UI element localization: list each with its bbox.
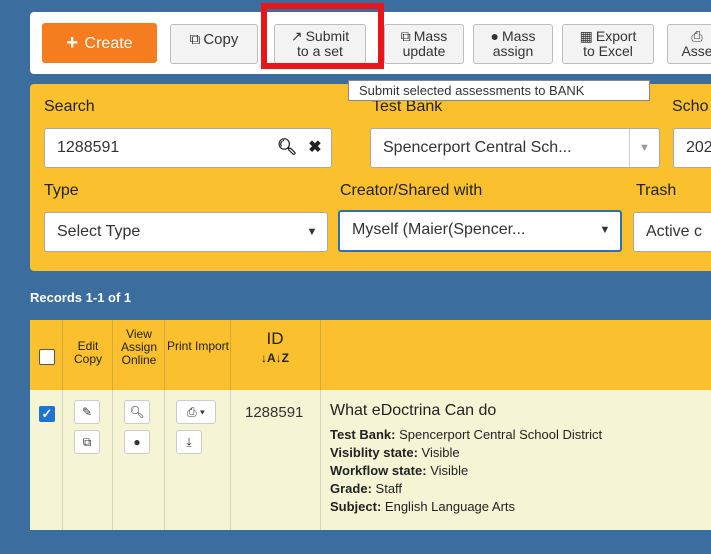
filter-panel: Search Test Bank Scho 1288591 🔍︎ ✖ Spenc… — [30, 84, 711, 271]
school-select[interactable]: 202 — [673, 128, 711, 168]
sort-icon[interactable]: ↓A↓Z — [261, 351, 289, 365]
chevron-down-icon: ▼ — [599, 224, 611, 236]
testbank-select[interactable]: Spencerport Central Sch... ▼ — [370, 128, 660, 168]
highlight-box — [261, 3, 384, 69]
table-icon: ▦ — [579, 28, 593, 44]
detail-workflow: Workflow state: Visible — [330, 463, 469, 478]
school-value: 202 — [686, 139, 711, 156]
export-excel-button[interactable]: ▦ Export to Excel — [562, 24, 654, 64]
assessment-button[interactable]: ⎙ Asse — [667, 24, 711, 64]
creator-label: Creator/Shared with — [340, 182, 483, 199]
assess-label: Asse — [681, 43, 711, 59]
search-label: Search — [44, 98, 95, 115]
print-icon: ⎙ — [691, 28, 703, 44]
type-select[interactable]: Select Type ▼ — [44, 212, 328, 252]
detail-grade: Grade: Staff — [330, 481, 403, 496]
mass-assign-label-line1: Mass — [502, 28, 536, 44]
search-icon[interactable]: 🔍︎ — [273, 129, 301, 167]
records-count: Records 1-1 of 1 — [30, 290, 132, 305]
col-print-import: Print Import — [166, 339, 229, 353]
export-label-line1: Export — [595, 28, 637, 44]
mass-assign-label-line2: assign — [492, 43, 534, 59]
mass-update-label-line1: Mass — [413, 28, 448, 44]
detail-subject: Subject: English Language Arts — [330, 499, 516, 514]
export-label-line2: to Excel — [583, 43, 633, 59]
copy-button[interactable]: ⧉ Copy — [170, 24, 258, 64]
download-icon[interactable]: ⤓ — [176, 430, 202, 454]
select-all-checkbox[interactable] — [39, 349, 55, 365]
copy-icon[interactable]: ⧉ — [74, 430, 100, 454]
plus-icon: + — [66, 32, 79, 54]
col-id-label: ID — [266, 329, 284, 348]
mass-update-label-line2: update — [402, 43, 446, 59]
trash-value: Active c — [646, 223, 703, 240]
col-id: ID ↓A↓Z — [230, 330, 320, 367]
school-label: Scho — [672, 98, 709, 115]
clear-icon[interactable]: ✖ — [301, 129, 329, 167]
row-title[interactable]: What eDoctrina Can do — [330, 402, 496, 420]
table-header: Edit Copy View Assign Online Print Impor… — [30, 320, 711, 390]
row-id: 1288591 — [245, 404, 304, 421]
chevron-down-icon: ▼ — [306, 226, 318, 238]
mass-assign-button[interactable]: ● Mass assign — [473, 24, 553, 64]
edit-icon[interactable]: ✎ — [74, 400, 100, 424]
search-value: 1288591 — [57, 139, 120, 156]
creator-value: Myself (Maier(Spencer... — [352, 221, 526, 238]
trash-select[interactable]: Active c — [633, 212, 711, 252]
user-icon: ● — [490, 28, 499, 44]
table-row[interactable]: ✓ ✎ ⧉ 🔍︎ ● ⎙ ▾ ⤓ 1288591 What eDoctrina … — [30, 390, 711, 530]
search-icon[interactable]: 🔍︎ — [124, 400, 150, 424]
tooltip: Submit selected assessments to BANK — [348, 80, 650, 101]
col-edit-copy: Edit Copy — [73, 339, 102, 366]
search-input[interactable]: 1288591 🔍︎ ✖ — [44, 128, 332, 168]
user-icon[interactable]: ● — [124, 430, 150, 454]
chevron-down-icon: ▼ — [629, 129, 659, 167]
type-value: Select Type — [57, 223, 141, 240]
testbank-value: Spencerport Central Sch... — [383, 139, 572, 156]
trash-label: Trash — [636, 182, 677, 199]
create-label: Create — [84, 35, 133, 52]
mass-update-button[interactable]: ⧉ Mass update — [384, 24, 464, 64]
col-view-assign: View Assign Online — [120, 327, 158, 367]
type-label: Type — [44, 182, 79, 199]
print-dropdown-icon[interactable]: ⎙ ▾ — [176, 400, 216, 424]
copy-icon: ⧉ — [400, 28, 411, 44]
copy-label: Copy — [203, 31, 239, 48]
copy-icon: ⧉ — [189, 31, 201, 48]
create-button[interactable]: + Create — [42, 23, 157, 63]
creator-select[interactable]: Myself (Maier(Spencer... ▼ — [338, 210, 622, 252]
detail-visibility: Visiblity state: Visible — [330, 445, 460, 460]
detail-testbank: Test Bank: Spencerport Central School Di… — [330, 427, 603, 442]
row-checkbox[interactable]: ✓ — [39, 406, 55, 422]
